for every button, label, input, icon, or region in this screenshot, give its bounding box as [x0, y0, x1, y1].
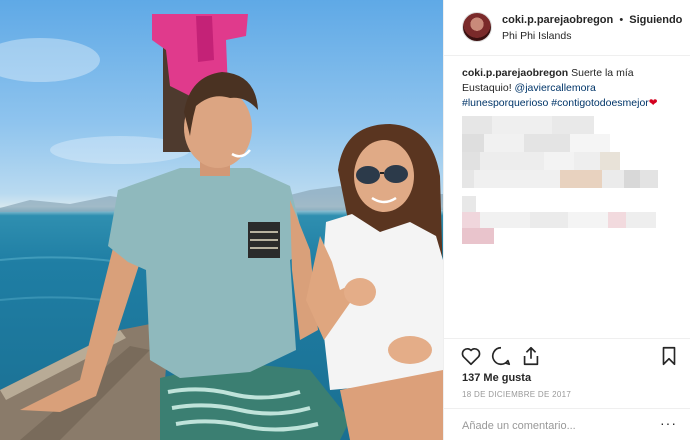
avatar[interactable]	[462, 12, 492, 42]
likes-count[interactable]: 137 Me gusta	[462, 372, 531, 384]
comment-bar: ···	[444, 408, 690, 440]
more-options-icon[interactable]: ···	[660, 416, 677, 430]
username-link[interactable]: coki.p.parejaobregon	[502, 14, 613, 26]
post-header: coki.p.parejaobregon • Siguiendo Phi Phi…	[444, 0, 690, 56]
location-link[interactable]: Phi Phi Islands	[502, 30, 571, 42]
heart-outline-icon[interactable]	[460, 345, 482, 367]
post-sidebar: coki.p.parejaobregon • Siguiendo Phi Phi…	[443, 0, 690, 440]
post-date: 18 DE DICIEMBRE DE 2017	[462, 390, 572, 399]
pixelated-comments	[462, 116, 684, 248]
comment-input[interactable]	[462, 417, 652, 435]
bookmark-icon[interactable]	[658, 345, 680, 367]
hashtags-link[interactable]: #lunesporquerioso #contigotodoesmejor	[462, 97, 649, 109]
post-photo[interactable]	[0, 0, 443, 440]
separator-dot: •	[619, 14, 624, 26]
following-button[interactable]: Siguiendo	[629, 14, 682, 26]
comment-bubble-icon[interactable]	[490, 345, 512, 367]
post-caption: coki.p.parejaobregon Suerte la mía Eusta…	[462, 66, 682, 111]
action-bar	[444, 338, 690, 368]
share-arrow-icon[interactable]	[520, 345, 542, 367]
photo-illustration	[0, 14, 443, 440]
mention-link[interactable]: @javiercallemora	[515, 82, 596, 94]
heart-emoji: ❤	[648, 97, 658, 109]
header-line: coki.p.parejaobregon • Siguiendo	[502, 14, 682, 26]
caption-username-link[interactable]: coki.p.parejaobregon	[462, 67, 568, 79]
